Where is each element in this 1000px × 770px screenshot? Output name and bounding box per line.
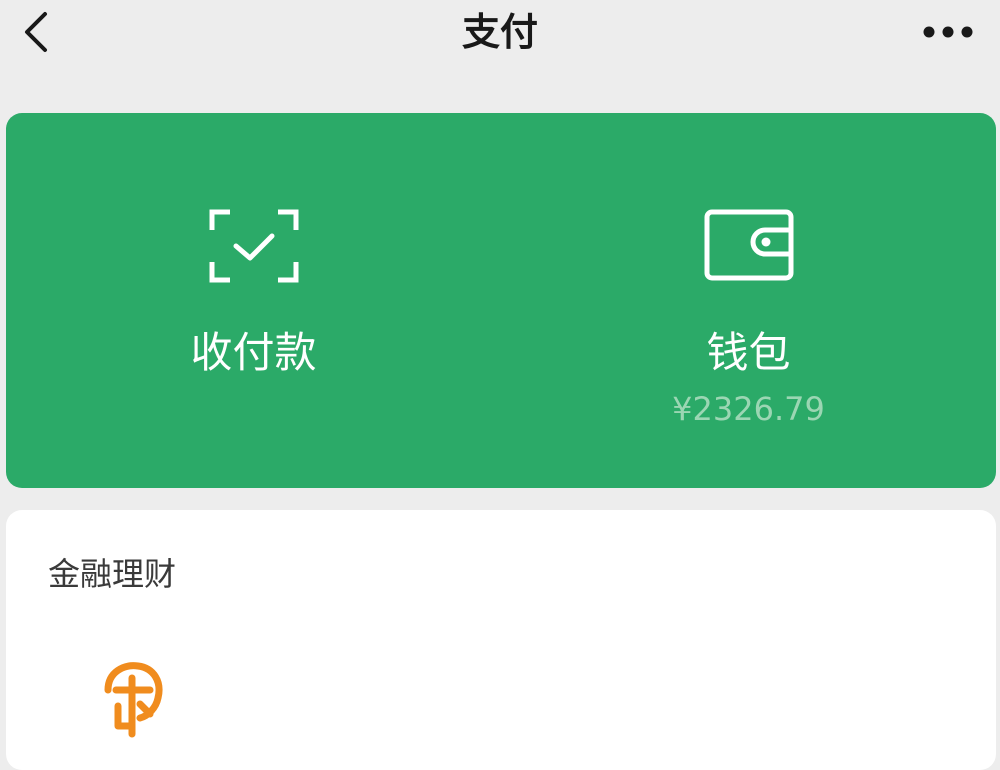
- licaitong-icon: [104, 662, 163, 738]
- navigation-bar: 支付: [0, 0, 1000, 68]
- section-title-finance: 金融理财: [48, 555, 177, 593]
- page-title: 支付: [461, 10, 538, 54]
- more-button[interactable]: [920, 12, 976, 52]
- finance-section: 金融理财: [6, 510, 996, 770]
- wallet-button[interactable]: 钱包 ¥2326.79: [501, 113, 996, 488]
- receive-pay-button[interactable]: 收付款: [6, 113, 501, 488]
- wallet-balance: ¥2326.79: [672, 390, 825, 428]
- wallet-label: 钱包: [706, 328, 791, 377]
- more-dots-icon: [923, 26, 973, 38]
- finance-item-licaitong[interactable]: [96, 660, 186, 750]
- scan-check-icon: [209, 209, 298, 283]
- receive-pay-label: 收付款: [190, 328, 317, 377]
- payment-card: 收付款 钱包 ¥2326.79: [6, 113, 996, 488]
- wallet-icon: [704, 209, 793, 281]
